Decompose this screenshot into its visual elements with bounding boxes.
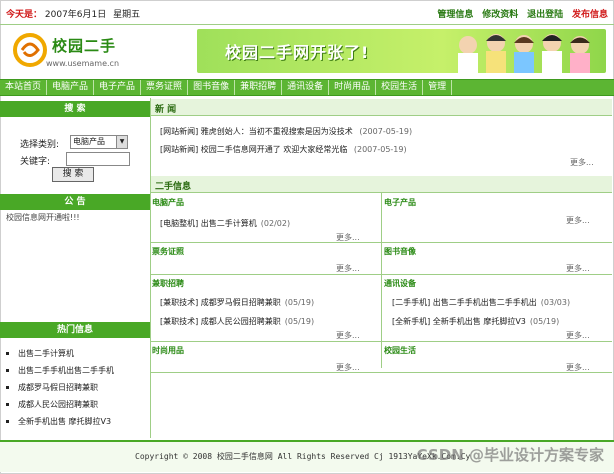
news-item-text: [网站新闻] 校园二手信息网开通了 欢迎大家经常光临 xyxy=(160,145,348,154)
listing-text: [二手手机] 出售二手手机出售二手手机出 xyxy=(392,298,537,307)
phones-more-link[interactable]: 更多... xyxy=(566,330,590,341)
news-header: 新 闻 xyxy=(151,99,612,116)
listing-entry[interactable]: [全新手机] 全新手机出售 摩托脚拉V3 (05/19) xyxy=(392,316,559,327)
nav-phones[interactable]: 通讯设备 xyxy=(282,80,330,95)
chevron-down-icon: ▼ xyxy=(116,136,127,148)
listing-text: [全新手机] 全新手机出售 摩托脚拉V3 xyxy=(392,317,526,326)
category-computers[interactable]: 电脑产品 xyxy=(152,197,184,208)
search-header: 搜 索 xyxy=(0,101,150,117)
nav-computers[interactable]: 电脑产品 xyxy=(47,80,95,95)
category-electronics[interactable]: 电子产品 xyxy=(384,197,416,208)
logout-link[interactable]: 退出登陆 xyxy=(527,10,563,20)
secondhand-title: 二手信息 xyxy=(155,182,192,192)
nav-home[interactable]: 本站首页 xyxy=(0,80,48,95)
logo-title: 校园二手 xyxy=(52,37,117,55)
hot-info-header: 热门信息 xyxy=(0,322,150,338)
category-value: 电脑产品 xyxy=(73,137,105,146)
listing-entry[interactable]: [电脑整机] 出售二手计算机 (02/02) xyxy=(160,218,290,229)
news-item-text: [网站新闻] 雅虎创始人：当初不重视搜索是因为没技术 xyxy=(160,127,353,136)
hot-info-list: 出售二手计算机 出售二手手机出售二手手机 成都罗马假日招聘兼职 成都人民公园招聘… xyxy=(0,345,150,430)
logo-swirl-icon xyxy=(13,33,47,67)
nav-tickets[interactable]: 票务证照 xyxy=(141,80,189,95)
listing-entry[interactable]: [兼职技术] 成都罗马假日招聘兼职 (05/19) xyxy=(160,297,314,308)
listing-text: [兼职技术] 成都人民公园招聘兼职 xyxy=(160,317,281,326)
category-label: 选择类别: xyxy=(20,140,60,150)
nav-admin[interactable]: 管理 xyxy=(423,80,453,95)
row-divider xyxy=(151,341,612,342)
tickets-more-link[interactable]: 更多... xyxy=(336,263,360,274)
listing-text: [兼职技术] 成都罗马假日招聘兼职 xyxy=(160,298,281,307)
secondhand-header: 二手信息 xyxy=(151,176,612,193)
category-phones[interactable]: 通讯设备 xyxy=(384,278,416,289)
listing-date: (05/19) xyxy=(529,317,560,326)
weekday-text: 星期五 xyxy=(113,10,141,20)
hot-item[interactable]: 出售二手手机出售二手手机 xyxy=(0,362,150,379)
category-select[interactable]: 电脑产品 ▼ xyxy=(70,135,128,149)
watermark: CSDN @毕业设计方案专家 xyxy=(416,446,604,464)
main-nav: 本站首页 电脑产品 电子产品 票务证照 图书音像 兼职招聘 通讯设备 时尚用品 … xyxy=(0,79,614,96)
column-divider xyxy=(150,98,151,438)
search-panel: 选择类别: 电脑产品 ▼ 关键字: 搜 索 xyxy=(0,117,150,192)
nav-campus-life[interactable]: 校园生活 xyxy=(376,80,424,95)
category-tickets[interactable]: 票务证照 xyxy=(152,246,184,257)
notice-text: 校园信息网开通啦!!! xyxy=(6,213,80,222)
row-divider xyxy=(151,274,612,275)
jobs-more-link[interactable]: 更多... xyxy=(336,330,360,341)
books-more-link[interactable]: 更多... xyxy=(566,263,590,274)
date-text: 2007年6月1日 xyxy=(44,10,107,20)
listing-date: (05/19) xyxy=(284,317,315,326)
today-label: 今天是： xyxy=(6,10,43,20)
electronics-more-link[interactable]: 更多... xyxy=(566,215,590,226)
notice-header: 公 告 xyxy=(0,194,150,210)
nav-electronics[interactable]: 电子产品 xyxy=(94,80,142,95)
news-item-date: (2007-05-19) xyxy=(353,145,407,154)
listing-date: (05/19) xyxy=(284,298,315,307)
nav-fashion[interactable]: 时尚用品 xyxy=(329,80,377,95)
category-campus-life[interactable]: 校园生活 xyxy=(384,345,416,356)
edit-profile-link[interactable]: 修改资料 xyxy=(482,10,518,20)
listing-text: [电脑整机] 出售二手计算机 xyxy=(160,219,257,228)
site-logo[interactable]: 校园二手 www.usemame.cn xyxy=(12,30,142,74)
row-divider xyxy=(151,242,612,243)
hot-item[interactable]: 出售二手计算机 xyxy=(0,345,150,362)
news-more-link[interactable]: 更多... xyxy=(570,157,594,168)
category-fashion[interactable]: 时尚用品 xyxy=(152,345,184,356)
category-books[interactable]: 图书音像 xyxy=(384,246,416,257)
hot-item[interactable]: 成都罗马假日招聘兼职 xyxy=(0,379,150,396)
row-divider xyxy=(151,372,612,373)
keyword-input[interactable] xyxy=(66,152,130,166)
nav-books[interactable]: 图书音像 xyxy=(188,80,236,95)
logo-url: www.usemame.cn xyxy=(46,59,120,68)
keyword-label: 关键字: xyxy=(20,157,51,167)
manage-info-link[interactable]: 管理信息 xyxy=(437,10,473,20)
listing-date: (02/02) xyxy=(260,219,291,228)
category-jobs[interactable]: 兼职招聘 xyxy=(152,278,184,289)
news-item[interactable]: [网站新闻] 雅虎创始人：当初不重视搜索是因为没技术 (2007-05-19) xyxy=(160,126,412,137)
nav-jobs[interactable]: 兼职招聘 xyxy=(235,80,283,95)
news-item[interactable]: [网站新闻] 校园二手信息网开通了 欢迎大家经常光临 (2007-05-19) xyxy=(160,144,407,155)
opening-banner[interactable]: 校园二手网开张了! xyxy=(197,29,606,73)
date-display: 今天是： 2007年6月1日 星期五 xyxy=(6,7,140,20)
post-info-link[interactable]: 发布信息 xyxy=(572,10,608,20)
hot-item[interactable]: 成都人民公园招聘兼职 xyxy=(0,396,150,413)
search-button[interactable]: 搜 索 xyxy=(52,167,94,182)
listing-date: (03/03) xyxy=(540,298,571,307)
news-item-date: (2007-05-19) xyxy=(359,127,413,136)
hot-item[interactable]: 全新手机出售 摩托脚拉V3 xyxy=(0,413,150,430)
top-bar: 今天是： 2007年6月1日 星期五 管理信息 修改资料 退出登陆 发布信息 xyxy=(0,0,614,25)
listing-entry[interactable]: [兼职技术] 成都人民公园招聘兼职 (05/19) xyxy=(160,316,314,327)
banner-text: 校园二手网开张了! xyxy=(225,43,370,62)
listing-entry[interactable]: [二手手机] 出售二手手机出售二手手机出 (03/03) xyxy=(392,297,570,308)
banner-people-illustration xyxy=(458,34,590,73)
user-links: 管理信息 修改资料 退出登陆 发布信息 xyxy=(431,7,608,20)
news-title: 新 闻 xyxy=(155,105,177,115)
